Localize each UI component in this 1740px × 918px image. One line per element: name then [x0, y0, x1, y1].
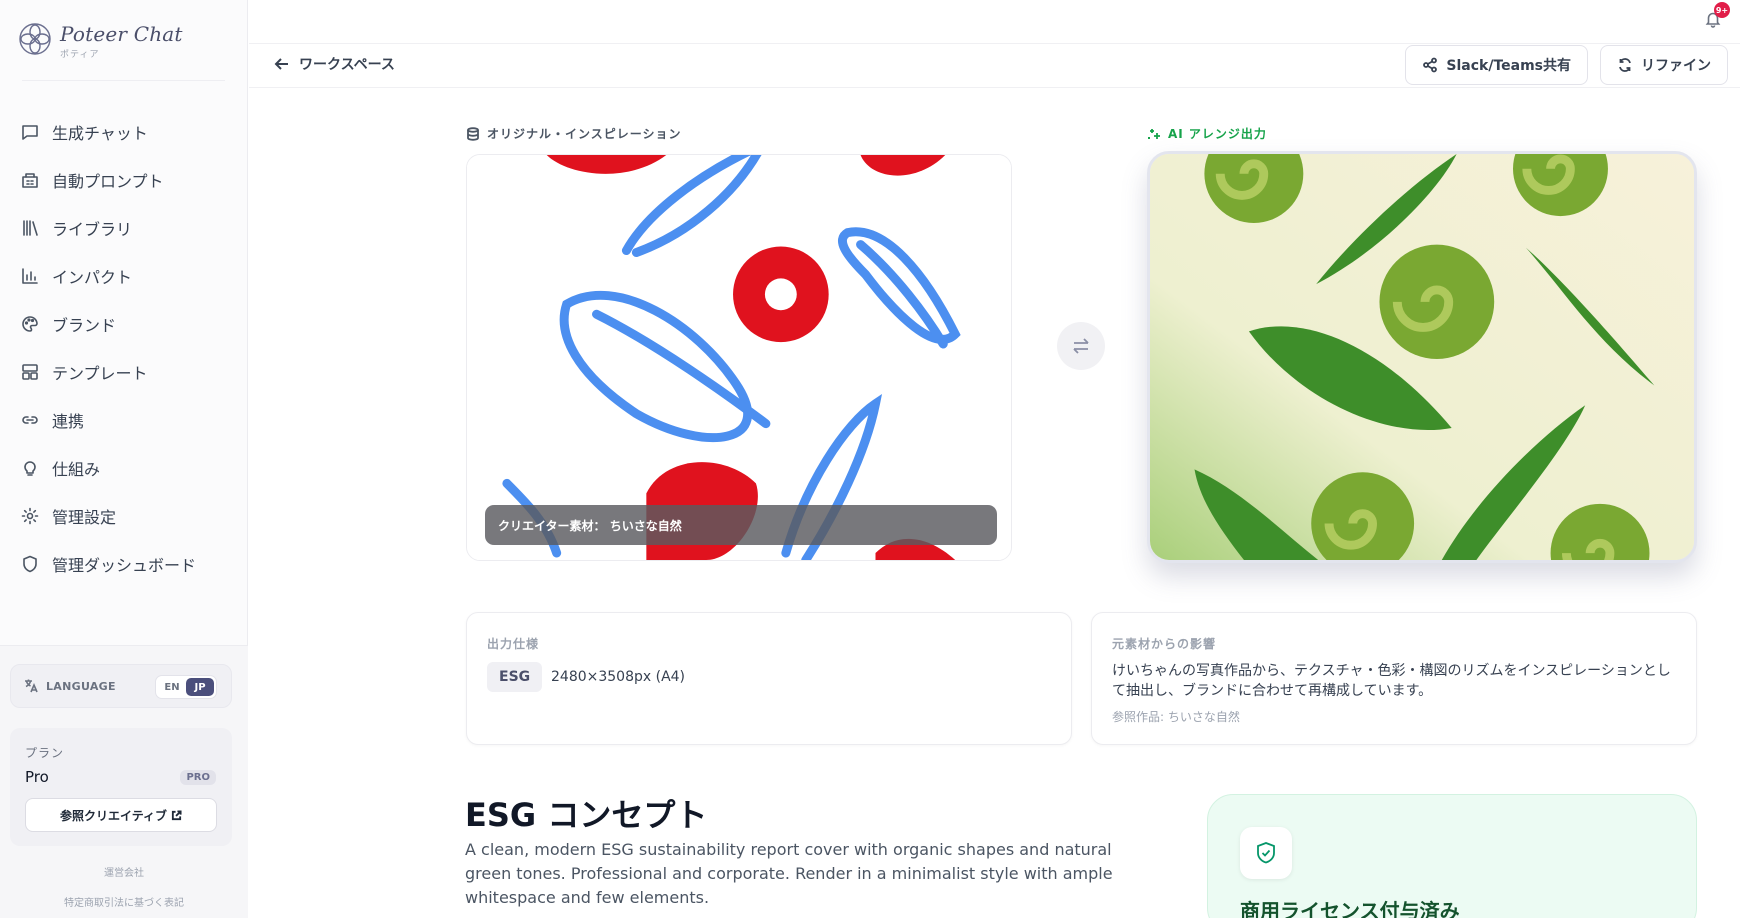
license-title: 商用ライセンス付与済み — [1240, 899, 1460, 918]
top-bar: 9+ — [249, 0, 1740, 44]
sidebar-item-label: 生成チャット — [52, 124, 148, 143]
sidebar-item-integrations[interactable]: 連携 — [12, 400, 236, 440]
sidebar-item-label: 連携 — [52, 412, 85, 431]
license-card: 商用ライセンス付与済み — [1207, 794, 1697, 918]
sidebar-item-label: インパクト — [52, 268, 133, 287]
refresh-icon — [1619, 58, 1631, 72]
page-header: ワークスペース Slack/Teams共有 リファイン — [249, 44, 1740, 88]
gear-icon — [20, 506, 40, 526]
sidebar-item-label: テンプレート — [52, 364, 148, 383]
share-icon — [1423, 57, 1438, 73]
sidebar-item-admin-dashboard[interactable]: 管理ダッシュボード — [12, 544, 236, 584]
library-icon — [20, 218, 40, 238]
swap-arrows-icon — [1073, 338, 1089, 354]
share-label: Slack/Teams共有 — [1446, 58, 1571, 74]
back-to-workspace-link[interactable]: ワークスペース — [273, 54, 395, 74]
language-label: LANGUAGE — [46, 679, 116, 693]
original-image: クリエイター素材： ちいさな自然 — [466, 154, 1012, 561]
original-label: オリジナル・インスピレーション — [466, 125, 682, 142]
spec-dimensions: 2480×3508px (A4) — [551, 669, 686, 685]
ai-output-label-text: AI アレンジ出力 — [1168, 127, 1267, 141]
original-artwork — [467, 155, 1011, 560]
brand-name: Poteer Chat — [60, 22, 183, 46]
chat-icon — [20, 122, 40, 142]
arrow-left-icon — [274, 58, 288, 70]
company-link[interactable]: 運営会社 — [0, 864, 248, 879]
sidebar-item-label: 管理ダッシュボード — [52, 556, 197, 575]
swap-button[interactable] — [1057, 322, 1105, 370]
output-spec-title: 出力仕様 — [487, 637, 540, 651]
license-shield-box — [1240, 827, 1292, 879]
sidebar: Poteer Chat ポティア 生成チャット 自動プロンプト ライブラリ イン… — [0, 0, 248, 918]
sidebar-item-library[interactable]: ライブラリ — [12, 208, 236, 248]
influence-title: 元素材からの影響 — [1112, 637, 1217, 651]
back-label: ワークスペース — [299, 57, 395, 73]
external-link-icon — [171, 809, 182, 820]
language-option-en[interactable]: EN — [158, 678, 186, 696]
brand-subtitle: ポティア — [60, 50, 100, 60]
reference-creative-label: 参照クリエイティブ — [59, 808, 168, 823]
sidebar-item-chat[interactable]: 生成チャット — [12, 112, 236, 152]
ai-artwork — [1150, 154, 1694, 560]
sidebar-item-label: 仕組み — [52, 460, 101, 479]
original-label-text: オリジナル・インスピレーション — [487, 127, 682, 141]
bar-chart-icon — [20, 266, 40, 286]
sidebar-item-brand[interactable]: ブランド — [12, 304, 236, 344]
sidebar-nav: 生成チャット 自動プロンプト ライブラリ インパクト ブランド テンプレート 連… — [12, 112, 236, 592]
lightbulb-icon — [20, 458, 40, 478]
shield-icon — [20, 554, 40, 574]
influence-reference: 参照作品: ちいさな自然 — [1112, 710, 1240, 724]
concept-description: A clean, modern ESG sustainability repor… — [465, 840, 1113, 907]
shield-check-icon — [1257, 842, 1275, 864]
ai-output-label: AI アレンジ出力 — [1147, 125, 1267, 142]
sidebar-item-impact[interactable]: インパクト — [12, 256, 236, 296]
sidebar-item-label: ブランド — [52, 316, 117, 335]
language-switcher: LANGUAGE EN JP — [10, 664, 232, 708]
language-option-jp[interactable]: JP — [186, 678, 214, 696]
plan-badge: PRO — [180, 770, 216, 785]
notification-button[interactable]: 9+ — [1704, 2, 1730, 32]
sidebar-item-label: ライブラリ — [52, 220, 133, 239]
notification-badge: 9+ — [1714, 2, 1730, 18]
link-icon — [20, 410, 40, 430]
sparkles-icon — [1148, 128, 1160, 139]
database-icon — [467, 126, 479, 141]
template-icon — [20, 362, 40, 382]
influence-text: けいちゃんの写真作品から、テクスチャ・色彩・構図のリズムをインスピレーションとし… — [1112, 663, 1671, 699]
ai-output-image — [1147, 151, 1697, 563]
influence-card: 元素材からの影響 けいちゃんの写真作品から、テクスチャ・色彩・構図のリズムをイン… — [1091, 612, 1697, 745]
plan-label: プラン — [25, 746, 65, 760]
flower-logo-icon — [19, 23, 51, 55]
original-caption: クリエイター素材： ちいさな自然 — [485, 505, 997, 545]
sidebar-item-auto-prompt[interactable]: 自動プロンプト — [12, 160, 236, 200]
refine-label: リファイン — [1641, 58, 1711, 74]
sidebar-footer: LANGUAGE EN JP プラン Pro PRO 参照クリエイティブ 運営会… — [0, 645, 248, 918]
brand-logo-link[interactable]: Poteer Chat ポティア — [18, 22, 183, 60]
language-toggle: EN JP — [155, 675, 217, 699]
divider — [22, 80, 225, 81]
building-icon — [20, 170, 40, 190]
concept-title: ESG コンセプト — [465, 796, 708, 834]
sidebar-item-how-it-works[interactable]: 仕組み — [12, 448, 236, 488]
sidebar-item-template[interactable]: テンプレート — [12, 352, 236, 392]
sidebar-item-label: 自動プロンプト — [52, 172, 164, 191]
share-button[interactable]: Slack/Teams共有 — [1405, 45, 1588, 85]
plan-card: プラン Pro PRO 参照クリエイティブ — [10, 728, 232, 846]
translate-icon — [25, 679, 38, 693]
palette-icon — [20, 314, 40, 334]
output-spec-card: 出力仕様 ESG 2480×3508px (A4) — [466, 612, 1072, 745]
plan-name: Pro — [25, 768, 49, 786]
sidebar-item-label: 管理設定 — [52, 508, 117, 527]
refine-button[interactable]: リファイン — [1600, 45, 1728, 85]
reference-creative-button[interactable]: 参照クリエイティブ — [25, 798, 217, 832]
sidebar-item-admin-settings[interactable]: 管理設定 — [12, 496, 236, 536]
legal-notice-link[interactable]: 特定商取引法に基づく表記 — [0, 894, 248, 909]
spec-tag: ESG — [487, 662, 543, 692]
